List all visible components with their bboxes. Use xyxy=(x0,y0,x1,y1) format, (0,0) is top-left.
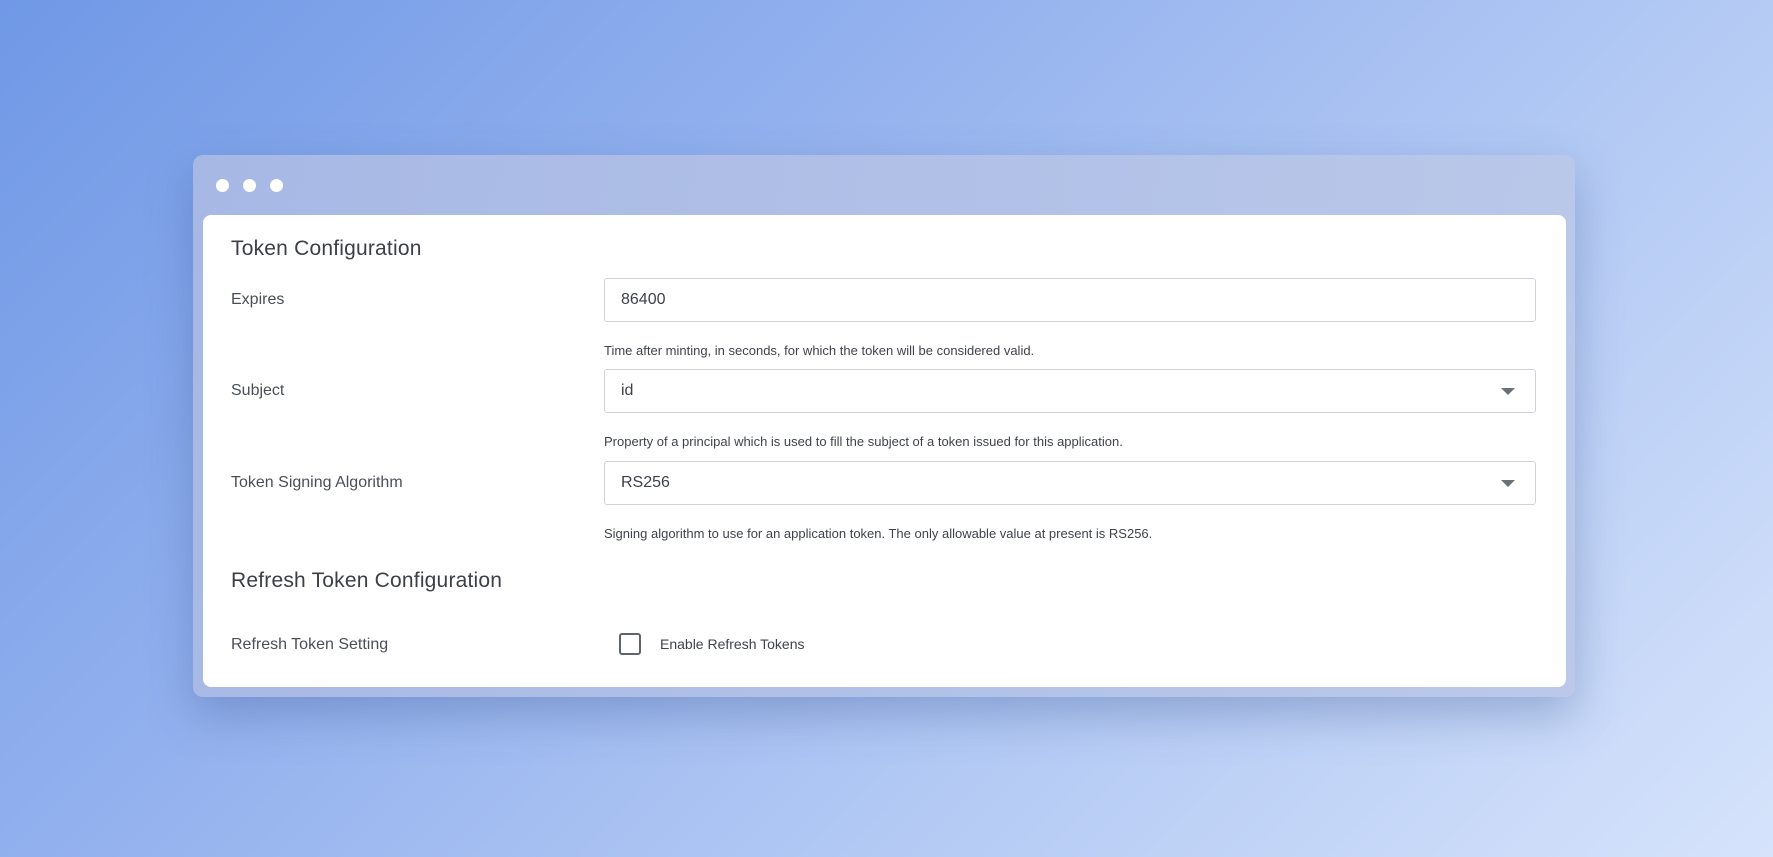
enable-refresh-tokens-label[interactable]: Enable Refresh Tokens xyxy=(660,636,805,652)
subject-help: Property of a principal which is used to… xyxy=(604,434,1123,449)
signing-algorithm-value: RS256 xyxy=(621,474,670,491)
enable-refresh-tokens-checkbox[interactable] xyxy=(619,633,641,655)
settings-panel: Token Configuration Expires 86400 Time a… xyxy=(203,215,1566,687)
app-window: Token Configuration Expires 86400 Time a… xyxy=(193,155,1575,697)
window-dot-3[interactable] xyxy=(270,179,283,192)
token-configuration-title: Token Configuration xyxy=(231,237,422,260)
signing-algorithm-label: Token Signing Algorithm xyxy=(231,474,403,491)
window-dot-2[interactable] xyxy=(243,179,256,192)
chevron-down-icon xyxy=(1501,480,1515,487)
refresh-token-setting-label: Refresh Token Setting xyxy=(231,636,389,653)
window-titlebar xyxy=(193,155,1575,215)
subject-value: id xyxy=(621,382,634,399)
expires-label: Expires xyxy=(231,291,285,308)
expires-value: 86400 xyxy=(621,291,666,308)
subject-select[interactable]: id xyxy=(604,369,1536,413)
expires-input[interactable]: 86400 xyxy=(604,278,1536,322)
window-dot-1[interactable] xyxy=(216,179,229,192)
subject-label: Subject xyxy=(231,382,285,399)
chevron-down-icon xyxy=(1501,388,1515,395)
expires-help: Time after minting, in seconds, for whic… xyxy=(604,343,1035,358)
signing-algorithm-select[interactable]: RS256 xyxy=(604,461,1536,505)
signing-algorithm-help: Signing algorithm to use for an applicat… xyxy=(604,526,1153,541)
refresh-token-configuration-title: Refresh Token Configuration xyxy=(231,569,503,592)
